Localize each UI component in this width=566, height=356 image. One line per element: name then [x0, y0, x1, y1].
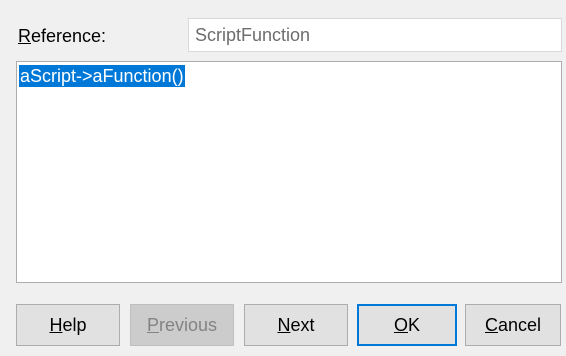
cancel-button-mnemonic: C: [484, 314, 498, 335]
cancel-button-label: ancel: [497, 314, 542, 335]
reference-label-text: eference:: [31, 26, 107, 46]
cancel-button[interactable]: Cancel: [465, 304, 561, 346]
script-text: aScript->aFunction(): [20, 66, 184, 86]
previous-button[interactable]: Previous: [130, 304, 234, 346]
help-button-mnemonic: H: [49, 314, 63, 335]
next-button-mnemonic: N: [277, 314, 291, 335]
script-editor[interactable]: aScript->aFunction(): [16, 61, 562, 283]
next-button-label: ext: [290, 314, 315, 335]
reference-label-mnemonic: R: [18, 26, 31, 46]
help-button[interactable]: Help: [16, 304, 120, 346]
script-reference-dialog: Reference: aScript->aFunction() Help Pre…: [0, 0, 566, 356]
previous-button-label: revious: [158, 314, 218, 335]
previous-button-mnemonic: P: [146, 314, 159, 335]
ok-button-mnemonic: O: [393, 314, 408, 335]
reference-label: Reference:: [18, 24, 106, 48]
ok-button-label: K: [408, 314, 421, 335]
help-button-label: elp: [62, 314, 87, 335]
next-button[interactable]: Next: [244, 304, 348, 346]
selected-script-text[interactable]: aScript->aFunction(): [19, 65, 185, 87]
reference-input[interactable]: [188, 18, 562, 52]
ok-button[interactable]: OK: [357, 304, 457, 346]
